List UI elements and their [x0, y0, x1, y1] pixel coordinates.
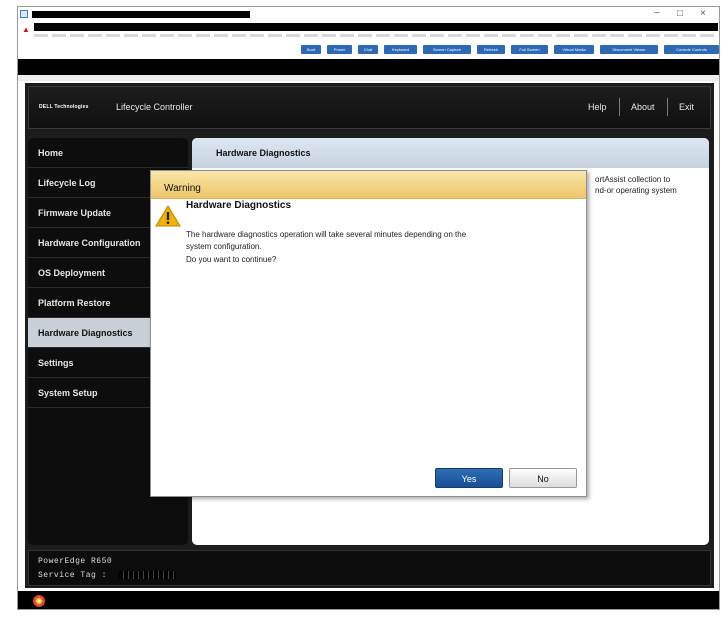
dialog-title: Warning — [164, 183, 201, 194]
warning-icon — [155, 205, 181, 227]
boot-button[interactable]: Boot — [301, 45, 321, 54]
screen-capture-button[interactable]: Screen Capture — [423, 45, 471, 54]
keyboard-button[interactable]: Keyboard — [384, 45, 417, 54]
redacted-window-title — [32, 11, 250, 18]
no-button[interactable]: No — [509, 468, 577, 488]
power-button[interactable]: Power — [327, 45, 352, 54]
nav-home[interactable]: Home — [28, 138, 188, 168]
model-name: PowerEdge R650 — [38, 557, 113, 566]
close-window-button[interactable]: × — [700, 9, 706, 19]
warning-dialog: Warning Hardware Diagnostics The hardwar… — [150, 170, 587, 497]
system-info-footer: PowerEdge R650 Service Tag : — [28, 550, 711, 586]
url-text-blurred — [34, 34, 718, 37]
console-controls-button[interactable]: Console Controls — [664, 45, 719, 54]
chat-button[interactable]: Chat — [358, 45, 378, 54]
dialog-message-line: The hardware diagnostics operation will … — [186, 230, 467, 239]
refresh-button[interactable]: Refresh — [477, 45, 505, 54]
app-title: Lifecycle Controller — [116, 102, 193, 112]
about-link[interactable]: About — [631, 102, 655, 112]
header-divider — [619, 98, 620, 116]
help-link[interactable]: Help — [588, 102, 607, 112]
service-tag-label: Service Tag : — [38, 571, 107, 580]
maximize-button[interactable]: □ — [677, 9, 683, 19]
background-description-line: nd-or operating system — [595, 186, 677, 195]
address-bar[interactable]: ▲ — [18, 22, 719, 42]
full-screen-button[interactable]: Full Screen — [511, 45, 548, 54]
taskbar — [18, 591, 719, 609]
virtual-console-toolbar: Boot Power Chat Keyboard Screen Capture … — [18, 42, 719, 58]
virtual-media-button[interactable]: Virtual Media — [554, 45, 594, 54]
dialog-titlebar: Warning — [151, 171, 586, 199]
not-secure-warning-icon: ▲ — [22, 25, 30, 34]
background-description-line: ortAssist collection to — [595, 175, 671, 184]
minimize-button[interactable]: − — [654, 9, 660, 19]
console-top-border — [18, 59, 719, 75]
dialog-message-line: system configuration. — [186, 242, 262, 251]
dialog-message-line: Do you want to continue? — [186, 255, 277, 264]
main-panel-header: Hardware Diagnostics — [192, 138, 709, 168]
header-divider — [667, 98, 668, 116]
console-gap — [18, 75, 719, 81]
chrome-taskbar-icon[interactable] — [33, 595, 45, 607]
page-title: Hardware Diagnostics — [216, 148, 311, 158]
dell-technologies-logo: DELL Technologies — [39, 104, 89, 110]
redacted-url — [34, 23, 718, 31]
redacted-service-tag — [119, 571, 176, 579]
dialog-heading: Hardware Diagnostics — [186, 200, 292, 211]
yes-button[interactable]: Yes — [435, 468, 503, 488]
exit-link[interactable]: Exit — [679, 102, 694, 112]
lifecycle-header: DELL Technologies Lifecycle Controller H… — [28, 86, 711, 129]
window-titlebar: − □ × — [18, 7, 719, 22]
disconnect-viewer-button[interactable]: Disconnect Viewer — [600, 45, 658, 54]
browser-icon — [20, 10, 28, 18]
